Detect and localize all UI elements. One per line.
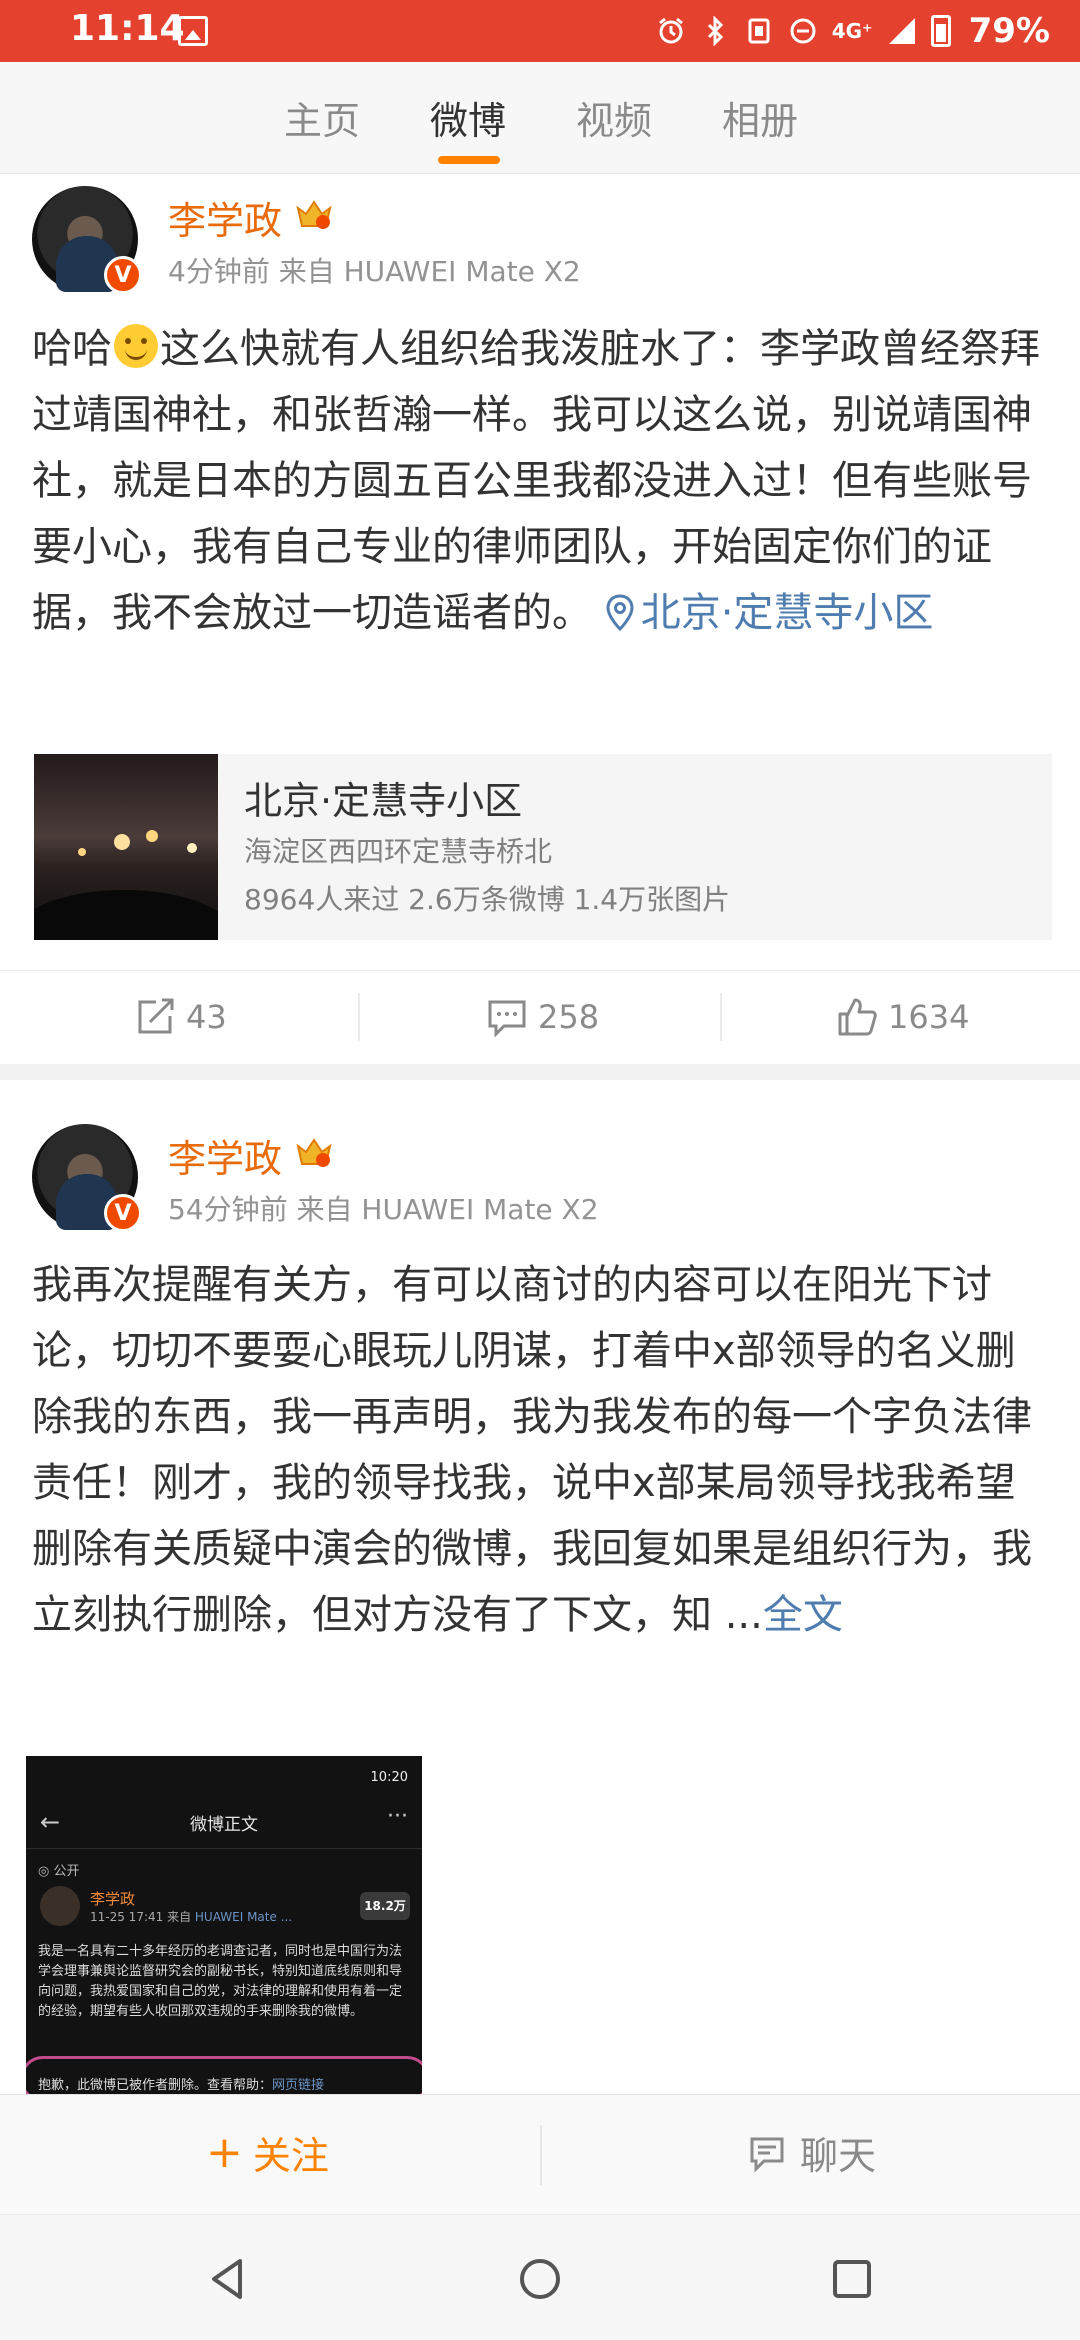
post-actions: 43 258 1634 bbox=[0, 970, 1080, 1062]
tab-album[interactable]: 相册 bbox=[722, 90, 798, 145]
embedded-avatar bbox=[40, 1886, 80, 1926]
location-card[interactable]: 北京·定慧寺小区 海淀区西四环定慧寺桥北 8964人来过 2.6万条微博 1.4… bbox=[34, 754, 1052, 940]
back-triangle-icon bbox=[212, 2259, 242, 2299]
post-author[interactable]: 李学政 bbox=[168, 190, 282, 245]
home-circle-icon bbox=[520, 2259, 560, 2299]
tab-video[interactable]: 视频 bbox=[576, 90, 652, 145]
location-card-title: 北京·定慧寺小区 bbox=[244, 779, 523, 823]
post-content: 哈哈 这么快就有人组织给我泼脏水了：李学政曾经祭拜过靖国神社，和张哲瀚一样。我可以… bbox=[32, 316, 1052, 646]
comment-button[interactable]: 258 bbox=[486, 971, 599, 1063]
embedded-time: 10:20 bbox=[370, 1770, 408, 1785]
follow-label: 关注 bbox=[252, 2134, 329, 2178]
embedded-body: 我是一名具有二十多年经历的老调查记者，同时也是中国行为法学会理事兼舆论监督研究会… bbox=[38, 1944, 403, 2019]
bluetooth-icon bbox=[700, 16, 730, 46]
repost-icon bbox=[138, 998, 174, 1034]
avatar[interactable]: V bbox=[32, 1124, 142, 1232]
battery-percent: 79% bbox=[968, 11, 1050, 51]
status-bar: 11:14 4G⁺ 79% bbox=[0, 0, 1080, 62]
embedded-notice-link: 网页链接 bbox=[272, 2078, 325, 2093]
recents-button[interactable] bbox=[824, 2251, 880, 2307]
location-thumbnail bbox=[34, 754, 218, 940]
signal-icon bbox=[887, 16, 917, 46]
tab-weibo[interactable]: 微博 bbox=[430, 90, 506, 145]
embedded-meta-device: HUAWEI Mate ... bbox=[194, 1910, 293, 1924]
comment-count: 258 bbox=[538, 998, 600, 1036]
embedded-notice: 抱歉，此微博已被作者删除。查看帮助：网页链接 bbox=[38, 2074, 324, 2093]
embedded-notice-text: 抱歉，此微博已被作者删除。查看帮助： bbox=[38, 2078, 273, 2093]
plus-icon: + bbox=[206, 2126, 243, 2178]
action-separator bbox=[720, 993, 722, 1041]
embedded-divider bbox=[26, 1848, 422, 1849]
bottom-bar-separator bbox=[540, 2125, 542, 2185]
embedded-screenshot[interactable]: 10:20 ← 微博正文 ··· ◎ 公开 李学政 11-25 17:41 来自… bbox=[26, 1756, 422, 2096]
gallery-notification-icon bbox=[178, 16, 208, 46]
like-count: 1634 bbox=[888, 998, 970, 1036]
post-meta: 54分钟前 来自 HUAWEI Mate X2 bbox=[168, 1193, 599, 1226]
embedded-meta-prefix: 11-25 17:41 来自 bbox=[90, 1910, 195, 1924]
verified-badge-icon: V bbox=[104, 256, 142, 294]
recents-square-icon bbox=[833, 2260, 871, 2298]
post-author[interactable]: 李学政 bbox=[168, 1128, 282, 1183]
post-divider bbox=[0, 1064, 1080, 1080]
back-button[interactable] bbox=[200, 2251, 256, 2307]
tab-home[interactable]: 主页 bbox=[284, 90, 360, 145]
embedded-count-badge: 18.2万 bbox=[360, 1892, 410, 1920]
location-card-stats: 8964人来过 2.6万条微博 1.4万张图片 bbox=[244, 883, 731, 916]
active-tab-indicator bbox=[438, 156, 500, 164]
follow-button[interactable]: + 关注 bbox=[206, 2125, 329, 2180]
battery-icon bbox=[930, 15, 951, 47]
vibrate-icon bbox=[744, 16, 774, 46]
location-link[interactable]: 北京·定慧寺小区 bbox=[605, 590, 934, 636]
verified-badge-icon: V bbox=[104, 1194, 142, 1232]
location-card-address: 海淀区西四环定慧寺桥北 bbox=[244, 835, 553, 868]
embedded-meta: 11-25 17:41 来自 HUAWEI Mate ... bbox=[90, 1908, 292, 1925]
home-button[interactable] bbox=[512, 2251, 568, 2307]
chat-label: 聊天 bbox=[800, 2134, 877, 2178]
embedded-nav-bar: ← 微博正文 ··· bbox=[26, 1800, 422, 1840]
post-text: 我再次提醒有关方，有可以商讨的内容可以在阳光下讨论，切切不要耍心眼玩儿阴谋，打着… bbox=[32, 1262, 1032, 1638]
like-button[interactable]: 1634 bbox=[836, 971, 969, 1063]
embedded-status-bar: 10:20 bbox=[26, 1756, 422, 1786]
member-crown-icon bbox=[296, 200, 332, 229]
network-type: 4G⁺ bbox=[831, 19, 873, 43]
member-crown-icon bbox=[296, 1138, 332, 1167]
post-meta: 4分钟前 来自 HUAWEI Mate X2 bbox=[168, 255, 581, 288]
embedded-author: 李学政 bbox=[90, 1890, 136, 1908]
chat-icon bbox=[750, 2137, 784, 2173]
post-2: V 李学政 54分钟前 来自 HUAWEI Mate X2 我再次提醒有关方，有… bbox=[0, 1080, 1080, 2096]
more-options-icon: ··· bbox=[387, 1804, 408, 1829]
post-1: V 李学政 4分钟前 来自 HUAWEI Mate X2 哈哈 这么快就有人组织给… bbox=[0, 174, 1080, 1064]
read-more-link[interactable]: 全文 bbox=[763, 1592, 843, 1638]
profile-tabs: 主页 微博 视频 相册 bbox=[0, 62, 1080, 174]
alarm-icon bbox=[656, 16, 686, 46]
embedded-visibility-text: 公开 bbox=[53, 1864, 80, 1879]
repost-button[interactable]: 43 bbox=[134, 971, 227, 1063]
like-icon bbox=[838, 998, 877, 1036]
bottom-action-bar: + 关注 聊天 bbox=[0, 2094, 1080, 2214]
post-text-prefix: 哈哈 bbox=[32, 326, 112, 372]
embedded-visibility: ◎ 公开 bbox=[38, 1864, 80, 1879]
embedded-title: 微博正文 bbox=[190, 1815, 258, 1835]
chat-button[interactable]: 聊天 bbox=[748, 2125, 876, 2180]
comment-icon bbox=[488, 1000, 526, 1038]
system-navigation-bar bbox=[0, 2214, 1080, 2340]
avatar[interactable]: V bbox=[32, 186, 142, 294]
do-not-disturb-icon bbox=[788, 16, 818, 46]
location-pin-icon bbox=[606, 594, 634, 632]
repost-count: 43 bbox=[186, 998, 227, 1036]
status-icons: 4G⁺ 79% bbox=[656, 6, 1050, 56]
action-separator bbox=[358, 993, 360, 1041]
status-time: 11:14 bbox=[70, 8, 185, 49]
smile-emoji-icon bbox=[114, 324, 158, 368]
post-content: 我再次提醒有关方，有可以商讨的内容可以在阳光下讨论，切切不要耍心眼玩儿阴谋，打着… bbox=[32, 1252, 1052, 1648]
location-link-text: 北京·定慧寺小区 bbox=[640, 590, 934, 636]
